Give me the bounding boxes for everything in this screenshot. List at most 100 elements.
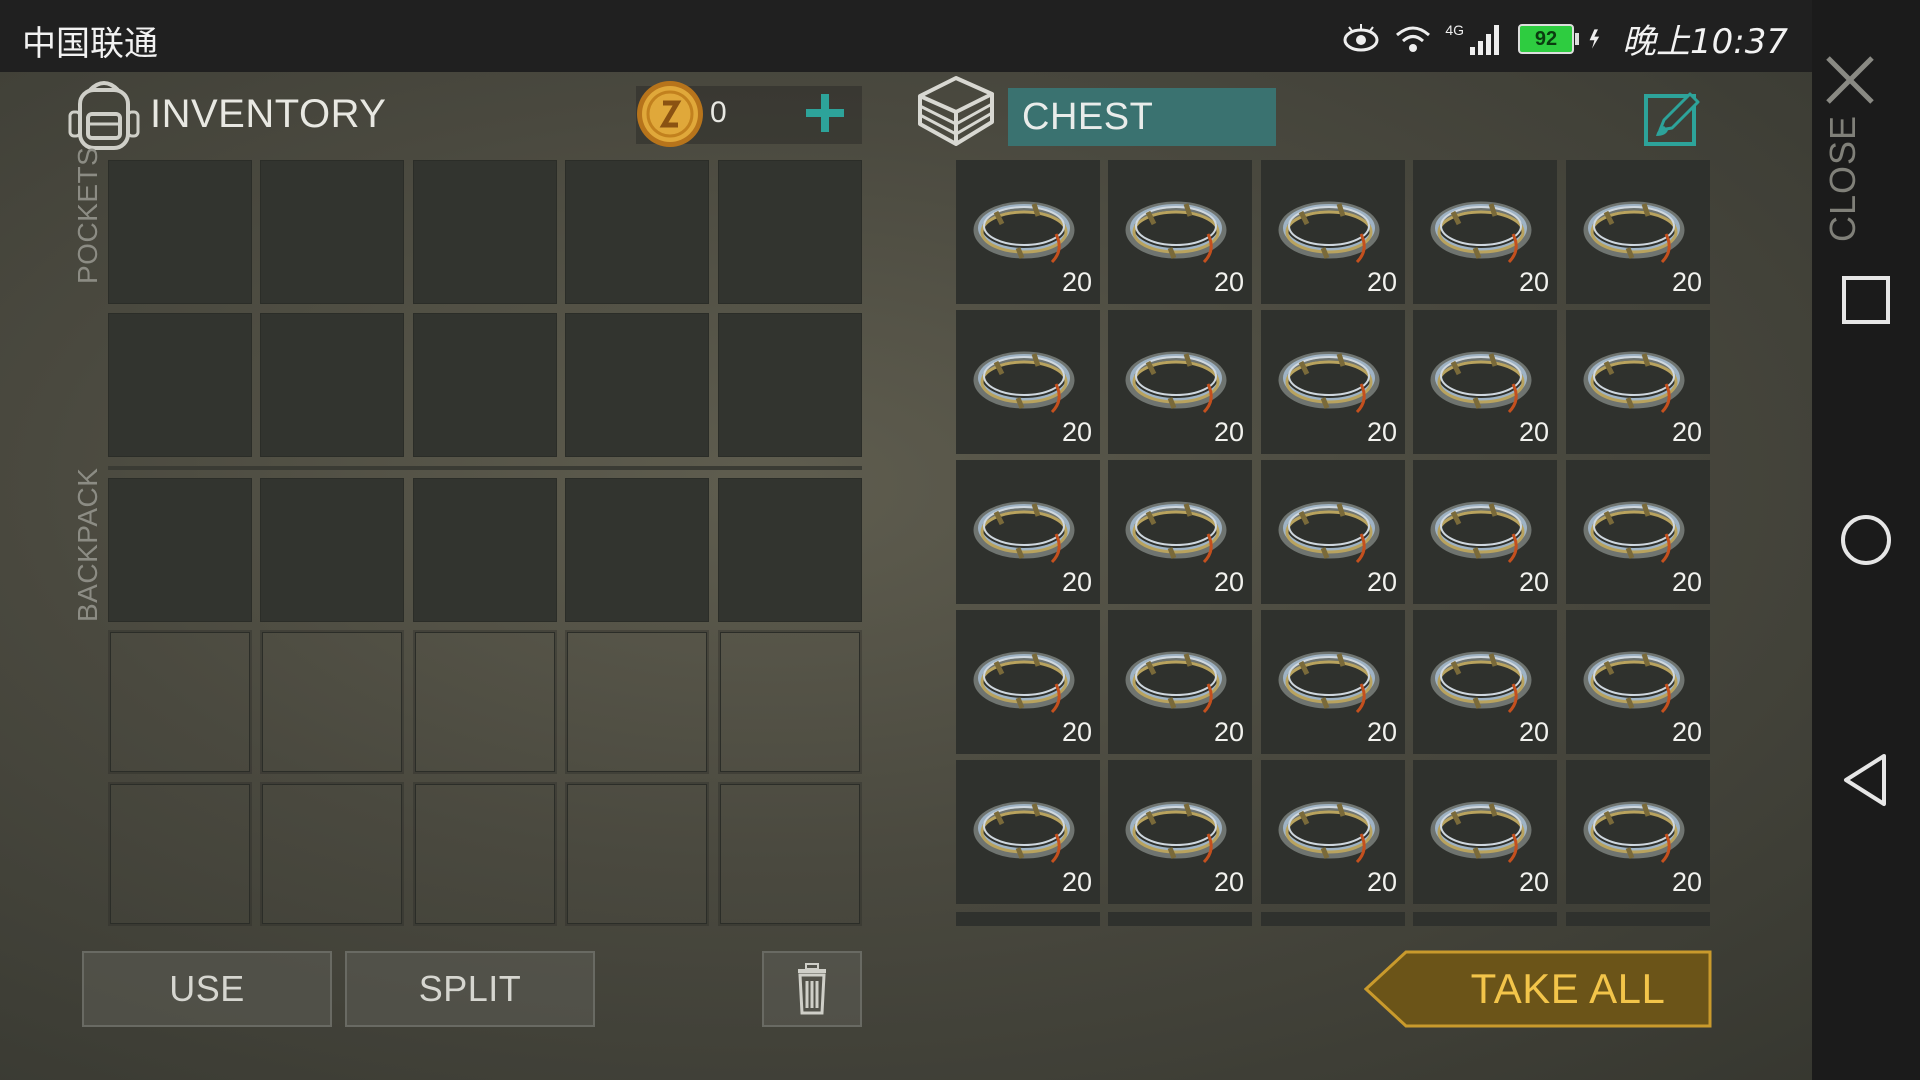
carrier-name: 中国联通 bbox=[22, 24, 158, 64]
locked-backpack-slot bbox=[260, 630, 404, 774]
item-quantity: 20 bbox=[1061, 717, 1092, 747]
chest-item-slot[interactable]: 20 bbox=[1413, 310, 1557, 454]
home-button[interactable] bbox=[1836, 510, 1896, 570]
wire-coil-icon bbox=[1278, 501, 1380, 564]
pocket-slot[interactable] bbox=[413, 160, 557, 304]
chest-item-slot[interactable]: 20 bbox=[956, 460, 1100, 604]
wire-coil-icon bbox=[1430, 651, 1532, 714]
item-quantity: 20 bbox=[1213, 567, 1244, 597]
status-icons: 4G 92 晚上10:37 bbox=[1341, 14, 1788, 63]
item-quantity: 20 bbox=[1061, 567, 1092, 597]
locked-backpack-slot bbox=[108, 630, 252, 774]
chest-item-slot[interactable]: 20 bbox=[1413, 760, 1557, 904]
chest-item-slot[interactable]: 20 bbox=[1566, 310, 1710, 454]
wire-coil-icon bbox=[1278, 801, 1380, 864]
locked-backpack-slot bbox=[718, 630, 862, 774]
chest-slot-partial bbox=[1566, 912, 1710, 926]
chest-slot-partial bbox=[956, 912, 1100, 926]
chest-item-slot[interactable]: 20 bbox=[1566, 460, 1710, 604]
clock: 晚上10:37 bbox=[1622, 22, 1788, 62]
chest-title-box: CHEST bbox=[1008, 88, 1276, 146]
locked-backpack-slot bbox=[565, 782, 709, 926]
item-quantity: 20 bbox=[1061, 267, 1092, 297]
locked-backpack-slot bbox=[260, 782, 404, 926]
pocket-slot[interactable] bbox=[565, 160, 709, 304]
chest-item-slot[interactable]: 20 bbox=[1413, 160, 1557, 304]
chest-item-slot[interactable]: 20 bbox=[956, 610, 1100, 754]
use-button[interactable]: USE bbox=[82, 951, 332, 1027]
wifi-icon bbox=[1396, 26, 1431, 52]
backpack-slot[interactable] bbox=[565, 478, 709, 622]
chest-item-slot[interactable]: 20 bbox=[1413, 460, 1557, 604]
item-quantity: 20 bbox=[1366, 267, 1397, 297]
chest-item-slot[interactable]: 20 bbox=[1108, 760, 1252, 904]
pocket-slot[interactable] bbox=[108, 160, 252, 304]
wire-coil-icon bbox=[1430, 351, 1532, 414]
section-divider bbox=[108, 466, 862, 470]
wire-coil-icon bbox=[1125, 351, 1227, 414]
pocket-slot[interactable] bbox=[108, 313, 252, 457]
wire-coil-icon bbox=[1278, 201, 1380, 264]
locked-backpack-slot bbox=[413, 630, 557, 774]
pocket-slot[interactable] bbox=[718, 313, 862, 457]
backpack-slot[interactable] bbox=[718, 478, 862, 622]
item-quantity: 20 bbox=[1366, 417, 1397, 447]
chest-item-slot[interactable]: 20 bbox=[1261, 760, 1405, 904]
chest-item-slot[interactable]: 20 bbox=[1566, 610, 1710, 754]
backpack-icon bbox=[68, 81, 140, 150]
wire-coil-icon bbox=[1278, 351, 1380, 414]
backpack-slot[interactable] bbox=[413, 478, 557, 622]
chest-item-slot[interactable]: 20 bbox=[1261, 160, 1405, 304]
chest-item-slot[interactable]: 20 bbox=[1261, 460, 1405, 604]
backpack-label: BACKPACK bbox=[72, 467, 103, 622]
chest-item-slot[interactable]: 20 bbox=[1108, 310, 1252, 454]
pocket-slot[interactable] bbox=[413, 313, 557, 457]
take-all-button[interactable]: TAKE ALL bbox=[1364, 950, 1712, 1028]
item-quantity: 20 bbox=[1518, 717, 1549, 747]
back-button[interactable] bbox=[1836, 750, 1896, 810]
close-label: CLOSE bbox=[1822, 114, 1863, 242]
chest-item-slot[interactable]: 20 bbox=[1261, 610, 1405, 754]
pocket-slot[interactable] bbox=[260, 160, 404, 304]
chest-item-slot[interactable]: 20 bbox=[1108, 160, 1252, 304]
wire-coil-icon bbox=[1125, 651, 1227, 714]
chest-item-slot[interactable]: 20 bbox=[956, 160, 1100, 304]
recent-apps-button[interactable] bbox=[1836, 270, 1896, 330]
backpack-slot[interactable] bbox=[108, 478, 252, 622]
wire-coil-icon bbox=[1583, 651, 1685, 714]
pocket-slot[interactable] bbox=[718, 160, 862, 304]
backpack-slot[interactable] bbox=[260, 478, 404, 622]
locked-backpack-slot bbox=[413, 782, 557, 926]
chest-item-slot[interactable]: 20 bbox=[956, 760, 1100, 904]
pocket-slot[interactable] bbox=[565, 313, 709, 457]
item-quantity: 20 bbox=[1518, 867, 1549, 897]
chest-icon bbox=[918, 76, 994, 146]
add-coins-button[interactable] bbox=[800, 88, 850, 138]
close-button[interactable]: CLOSE bbox=[1810, 52, 1890, 272]
chest-item-slot[interactable]: 20 bbox=[1108, 610, 1252, 754]
item-quantity: 20 bbox=[1518, 417, 1549, 447]
chest-item-slot[interactable]: 20 bbox=[1566, 760, 1710, 904]
chest-item-slot[interactable]: 20 bbox=[1261, 310, 1405, 454]
rename-chest-button[interactable] bbox=[1642, 88, 1702, 148]
chest-item-slot[interactable]: 20 bbox=[956, 310, 1100, 454]
split-button[interactable]: SPLIT bbox=[345, 951, 595, 1027]
item-quantity: 20 bbox=[1671, 867, 1702, 897]
status-bar: 中国联通 4G 92 晚上10:37 bbox=[0, 0, 1920, 72]
item-quantity: 20 bbox=[1213, 417, 1244, 447]
delete-button[interactable] bbox=[762, 951, 862, 1027]
close-icon bbox=[1826, 56, 1874, 104]
chest-title: CHEST bbox=[1022, 95, 1154, 138]
trash-icon bbox=[798, 963, 826, 1015]
wire-coil-icon bbox=[1430, 801, 1532, 864]
item-quantity: 20 bbox=[1671, 267, 1702, 297]
chest-item-slot[interactable]: 20 bbox=[1413, 610, 1557, 754]
pocket-slot[interactable] bbox=[260, 313, 404, 457]
wire-coil-icon bbox=[973, 201, 1075, 264]
wire-coil-icon bbox=[1278, 651, 1380, 714]
wire-coil-icon bbox=[1430, 201, 1532, 264]
chest-item-slot[interactable]: 20 bbox=[1566, 160, 1710, 304]
chest-slot-partial bbox=[1108, 912, 1252, 926]
chest-item-slot[interactable]: 20 bbox=[1108, 460, 1252, 604]
wire-coil-icon bbox=[1583, 801, 1685, 864]
